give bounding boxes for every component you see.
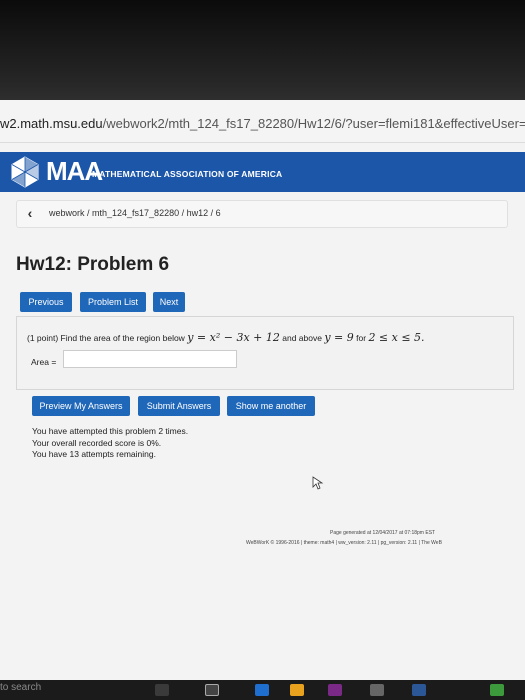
- url-path: /webwork2/mth_124_fs17_82280/Hw12/6/?use…: [102, 116, 525, 131]
- word-icon[interactable]: [412, 684, 426, 696]
- problem-for: for: [356, 333, 367, 343]
- problem-intro: (1 point) Find the area of the region be…: [27, 333, 185, 343]
- url-domain: w2.math.msu.edu: [0, 116, 103, 131]
- page-title: Hw12: Problem 6: [16, 254, 170, 275]
- previous-button[interactable]: Previous: [20, 292, 72, 312]
- maa-logo-icon: [11, 156, 39, 188]
- url-text[interactable]: w2.math.msu.edu/webwork2/mth_124_fs17_82…: [0, 116, 525, 131]
- version-note: WeBWorK © 1996-2016 | theme: math4 | ww_…: [246, 540, 442, 546]
- breadcrumb-path[interactable]: webwork / mth_124_fs17_82280 / hw12 / 6: [49, 208, 221, 218]
- spotify-icon[interactable]: [490, 684, 504, 696]
- problem-line: y = 9: [324, 331, 354, 344]
- taskbar-search[interactable]: to search: [0, 682, 41, 693]
- file-explorer-icon[interactable]: [290, 684, 304, 696]
- problem-curve: y = x² − 3x + 12: [187, 331, 280, 344]
- problem-statement: (1 point) Find the area of the region be…: [27, 331, 425, 344]
- chevron-left-icon: ‹: [27, 205, 33, 221]
- edge-browser-icon[interactable]: [255, 684, 269, 696]
- page-generated-note: Page generated at 12/04/2017 at 07:18pm …: [330, 530, 436, 536]
- window-icon[interactable]: [205, 684, 219, 696]
- app-icon[interactable]: [370, 684, 384, 696]
- back-button[interactable]: ‹: [19, 203, 41, 223]
- area-label: Area =: [31, 357, 57, 367]
- problem-interval: 2 ≤ x ≤ 5.: [368, 331, 425, 344]
- site-header: MAA MATHEMATICAL ASSOCIATION OF AMERICA: [0, 152, 525, 192]
- area-answer-input[interactable]: [63, 350, 237, 368]
- status-score: Your overall recorded score is 0%.: [32, 437, 162, 448]
- monitor-bezel: [0, 0, 525, 100]
- onenote-icon[interactable]: [328, 684, 342, 696]
- problem-list-button[interactable]: Problem List: [80, 292, 146, 312]
- address-bar[interactable]: w2.math.msu.edu/webwork2/mth_124_fs17_82…: [0, 100, 525, 143]
- problem-and-above: and above: [282, 333, 322, 343]
- mouse-cursor-icon: [312, 476, 324, 490]
- status-remaining: You have 13 attempts remaining.: [32, 449, 156, 459]
- preview-answers-button[interactable]: Preview My Answers: [32, 396, 130, 416]
- status-attempts: You have attempted this problem 2 times.: [32, 426, 189, 436]
- breadcrumb: ‹ webwork / mth_124_fs17_82280 / hw12 / …: [16, 200, 508, 228]
- browser-window: w2.math.msu.edu/webwork2/mth_124_fs17_82…: [0, 100, 525, 680]
- problem-panel: (1 point) Find the area of the region be…: [16, 316, 514, 390]
- attempt-status: You have attempted this problem 2 times.…: [32, 426, 188, 461]
- task-view-icon[interactable]: [155, 684, 169, 696]
- next-button[interactable]: Next: [153, 292, 185, 312]
- submit-answers-button[interactable]: Submit Answers: [138, 396, 220, 416]
- show-another-button[interactable]: Show me another: [227, 396, 315, 416]
- maa-org-name: MATHEMATICAL ASSOCIATION OF AMERICA: [92, 169, 283, 179]
